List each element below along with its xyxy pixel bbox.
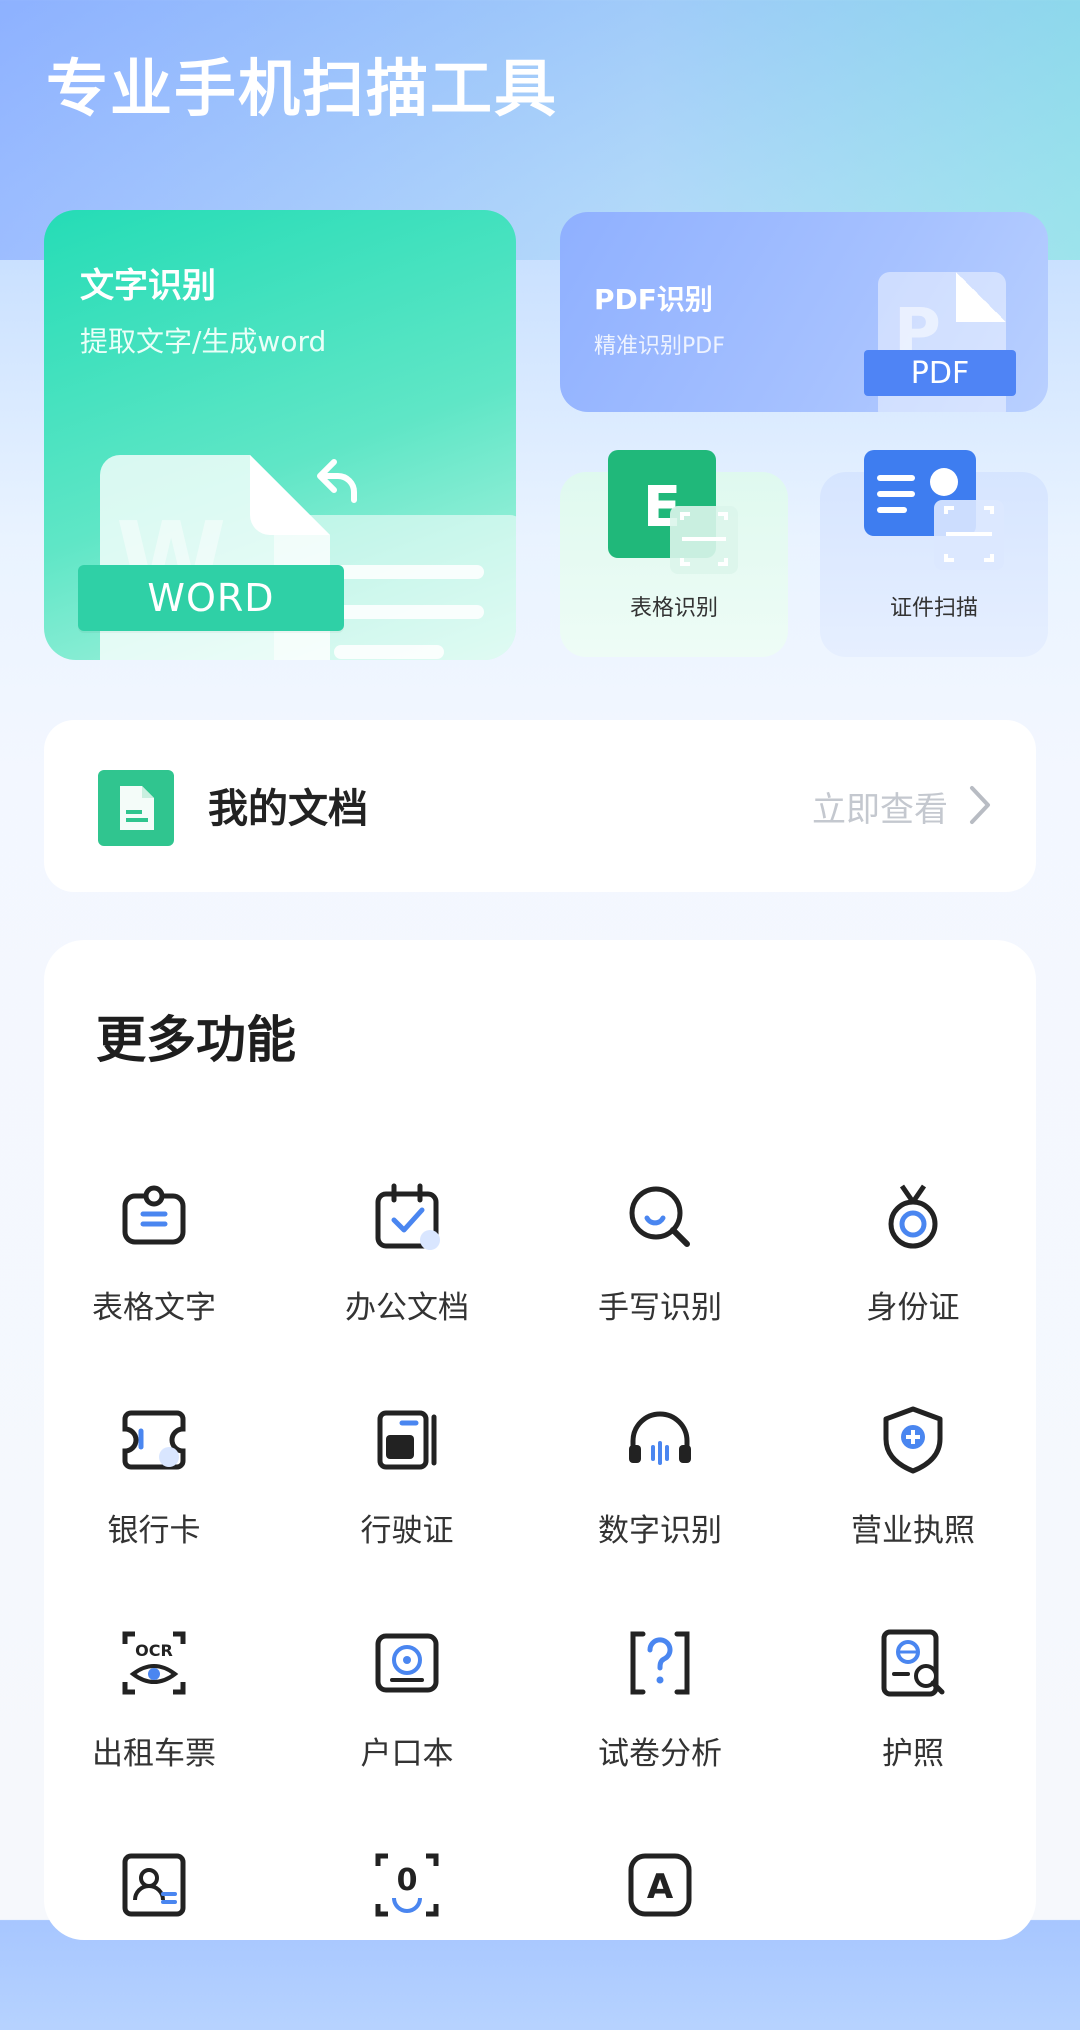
feature-label: 办公文档 (345, 1290, 469, 1326)
excel-table-icon: E (608, 450, 738, 574)
mic-zero-icon: 0 (375, 1853, 439, 1917)
feature-label: 身份证 (866, 1290, 960, 1326)
feature-passport[interactable]: 护照 (803, 1628, 1023, 1808)
word-badge: WORD (78, 565, 344, 631)
feature-label: 试卷分析 (598, 1736, 722, 1772)
pdf-recognition-title: PDF识别 (594, 283, 713, 316)
table-recognition-card[interactable]: E 表格识别 (560, 450, 788, 657)
pdf-doc-corner (956, 272, 1006, 322)
feature-label: 出租车票 (92, 1736, 216, 1772)
more-features-title: 更多功能 (96, 1011, 296, 1069)
feature-user-card[interactable] (44, 1850, 264, 2030)
text-recognition-card[interactable]: 文字识别 提取文字/生成word W WORD (44, 210, 516, 660)
question-bracket-icon (630, 1631, 690, 1695)
calendar-check-icon (375, 1183, 440, 1250)
text-recognition-subtitle: 提取文字/生成word (80, 325, 327, 358)
vehicle-license-icon (377, 1410, 437, 1470)
photo-frame-icon (375, 1633, 439, 1693)
id-scan-label: 证件扫描 (889, 596, 978, 621)
my-documents-title: 我的文档 (208, 786, 368, 832)
medal-icon (888, 1184, 938, 1249)
feature-vehicle-license[interactable]: 行驶证 (297, 1405, 517, 1585)
feature-label: 表格文字 (92, 1290, 216, 1326)
feature-business-license[interactable]: 营业执照 (803, 1405, 1023, 1585)
feature-label: 手写识别 (598, 1290, 722, 1326)
feature-label: 银行卡 (107, 1513, 201, 1549)
passport-globe-icon (881, 1629, 945, 1697)
feature-office-doc[interactable]: 办公文档 (297, 1182, 517, 1362)
document-icon (98, 770, 174, 846)
pdf-badge: PDF (864, 350, 1016, 396)
feature-label: 护照 (882, 1736, 944, 1772)
shield-plus-icon (883, 1406, 943, 1474)
pdf-recognition-card[interactable]: PDF识别 精准识别PDF P PDF (560, 212, 1048, 412)
ocr-text: OCR (135, 1641, 173, 1660)
table-recognition-label: 表格识别 (629, 596, 718, 621)
feature-label: 户口本 (360, 1736, 454, 1772)
text-recognition-title: 文字识别 (80, 266, 216, 306)
user-card-icon (122, 1853, 186, 1917)
feature-label: 数字识别 (598, 1513, 722, 1549)
ticket-icon (122, 1410, 186, 1470)
chevron-right-icon (970, 786, 990, 824)
feature-bank-card[interactable]: 银行卡 (44, 1405, 264, 1585)
ocr-eye-icon: OCR (122, 1631, 186, 1695)
feature-taxi-ticket[interactable]: OCR 出租车票 (44, 1628, 264, 1808)
magnifier-icon (629, 1186, 690, 1247)
feature-label: 行驶证 (360, 1513, 454, 1549)
app-title: 专业手机扫描工具 (46, 52, 559, 125)
id-scan-card[interactable]: 证件扫描 (820, 450, 1048, 657)
undo-arrow-icon (317, 459, 357, 503)
feature-letter-a[interactable]: A (550, 1850, 770, 2030)
letter-a-text: A (647, 1867, 674, 1907)
id-card-icon (864, 450, 1004, 570)
feature-label: 营业执照 (851, 1513, 975, 1549)
feature-id-card[interactable]: 身份证 (803, 1182, 1023, 1362)
zero-text: 0 (397, 1863, 418, 1898)
view-now-link[interactable]: 立即查看 (812, 782, 948, 831)
my-documents-row[interactable]: 我的文档 立即查看 (44, 720, 1036, 892)
feature-handwriting[interactable]: 手写识别 (550, 1182, 770, 1362)
feature-household-register[interactable]: 户口本 (297, 1628, 517, 1808)
headphones-icon (629, 1411, 691, 1465)
feature-exam-analysis[interactable]: 试卷分析 (550, 1628, 770, 1808)
feature-mic-zero[interactable]: 0 (297, 1850, 517, 2030)
feature-number-recognition[interactable]: 数字识别 (550, 1405, 770, 1585)
badge-doc-icon (122, 1185, 186, 1245)
letter-a-icon: A (628, 1853, 692, 1917)
pdf-recognition-subtitle: 精准识别PDF (594, 334, 725, 359)
feature-table-text[interactable]: 表格文字 (44, 1182, 264, 1362)
more-features-panel: 更多功能 表格文字 办公文档 手写识别 身份证 银行卡 行驶证 数字识别 营业执… (44, 940, 1036, 1940)
